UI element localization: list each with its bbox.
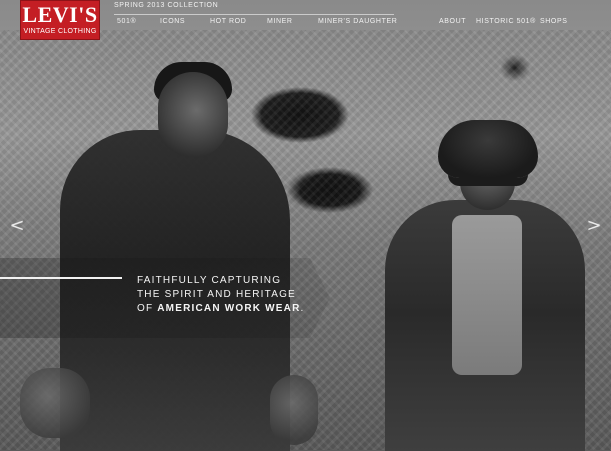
levis-vintage-logo[interactable]: LEVI'S VINTAGE CLOTHING <box>20 0 100 40</box>
chevron-right-icon[interactable]: > <box>585 216 603 236</box>
model-right-shirt <box>452 215 522 375</box>
nav-item-shops[interactable]: SHOPS <box>540 18 568 25</box>
tagline-line-3: OF AMERICAN WORK WEAR. <box>137 302 322 316</box>
nav-item-501[interactable]: 501® <box>117 18 136 25</box>
logo-subtitle: VINTAGE CLOTHING <box>23 28 97 35</box>
model-left-head <box>158 72 228 157</box>
collection-label: SPRING 2013 COLLECTION <box>114 2 219 9</box>
nav-item-miner[interactable]: MINER <box>267 18 293 25</box>
nav-item-icons[interactable]: ICONS <box>160 18 185 25</box>
secondary-nav: ABOUT HISTORIC 501® SHOPS <box>439 18 599 30</box>
model-left-hand <box>20 368 90 438</box>
model-right-hat <box>438 120 538 178</box>
tagline-line-1: FAITHFULLY CAPTURING <box>137 275 282 286</box>
tagline-line-3-bold: AMERICAN WORK WEAR <box>157 303 301 314</box>
nav-item-about[interactable]: ABOUT <box>439 18 466 25</box>
nav-item-miners-daughter[interactable]: MINER'S DAUGHTER <box>318 18 397 25</box>
tagline: FAITHFULLY CAPTURING THE SPIRIT AND HERI… <box>137 274 322 316</box>
logo-wordmark: LEVI'S <box>22 2 98 27</box>
tagline-line-3-prefix: OF <box>137 303 158 314</box>
tagline-line-2: THE SPIRIT AND HERITAGE <box>137 289 296 300</box>
tagline-line-3-suffix: . <box>300 303 305 314</box>
nav-item-historic-501[interactable]: HISTORIC 501® <box>476 18 536 25</box>
model-left-hand-right <box>270 375 318 445</box>
nav-item-hot-rod[interactable]: HOT ROD <box>210 18 246 25</box>
tagline-rule <box>0 277 122 279</box>
hero-image <box>0 0 611 451</box>
header-divider <box>114 14 394 15</box>
chevron-left-icon[interactable]: < <box>8 216 26 236</box>
